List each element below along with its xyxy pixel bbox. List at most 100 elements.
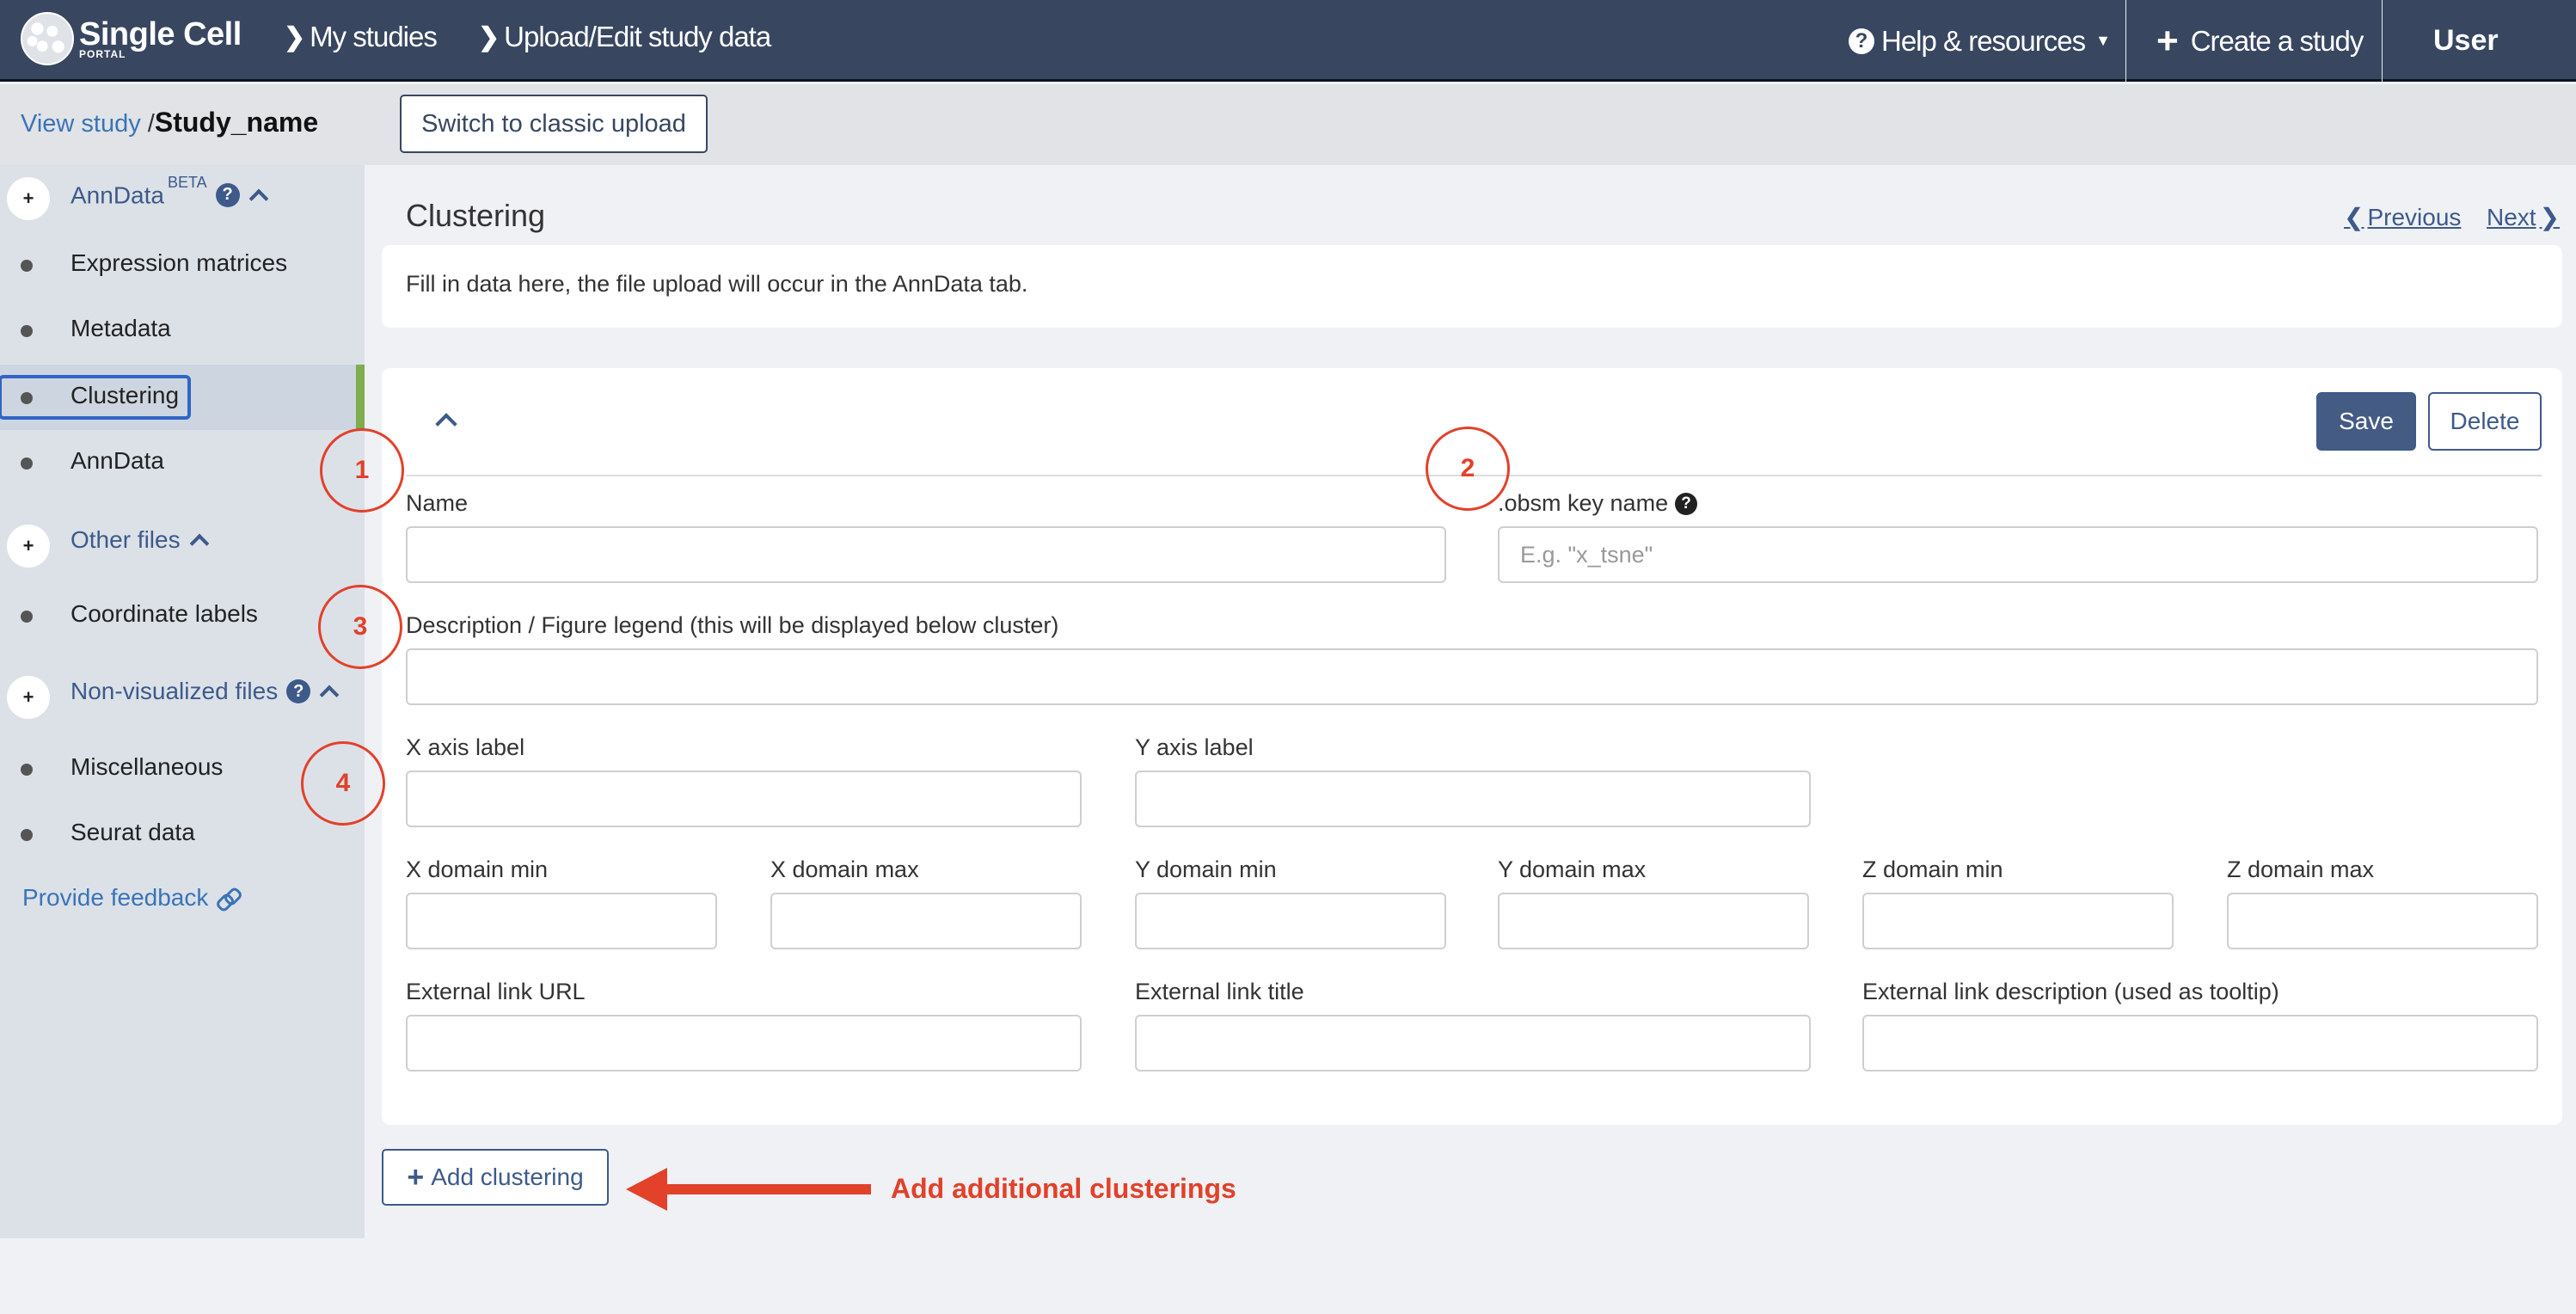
annotation-marker-4: 4: [301, 741, 385, 826]
external-link-title-label: External link title: [1135, 979, 1304, 1004]
section-anndata-label: AnnData: [71, 181, 164, 209]
help-resources-dropdown[interactable]: ? Help & resources ▼: [1849, 0, 2111, 82]
bullet-icon: [21, 260, 33, 272]
description-input[interactable]: [406, 648, 2538, 705]
external-link-url-input[interactable]: [406, 1015, 1082, 1071]
chevron-up-icon[interactable]: [319, 685, 340, 705]
section-non-visualized-files[interactable]: Non-visualized files ?: [71, 678, 340, 705]
name-label: Name: [406, 490, 469, 516]
save-button[interactable]: Save: [2316, 392, 2416, 451]
info-card: Fill in data here, the file upload will …: [382, 245, 2562, 328]
y-domain-min-label: Y domain min: [1135, 857, 1277, 882]
sidebar-item-seurat-data[interactable]: Seurat data: [0, 801, 365, 867]
beta-badge: BETA: [167, 174, 207, 191]
collapse-chevron-icon[interactable]: [435, 413, 457, 435]
provide-feedback-link[interactable]: Provide feedback: [22, 884, 239, 912]
obsm-key-label-text: .obsm key name: [1498, 490, 1669, 516]
chevron-right-icon: ❯: [478, 22, 500, 52]
plus-icon: +: [2156, 19, 2179, 62]
x-domain-min-input[interactable]: [406, 893, 717, 949]
switch-classic-upload-button[interactable]: Switch to classic upload: [400, 95, 708, 153]
logo-title: Single Cell: [79, 16, 242, 52]
chevron-left-icon: ❮: [2344, 204, 2364, 230]
external-link-description-input[interactable]: [1862, 1015, 2538, 1071]
sidebar-item-label: Miscellaneous: [71, 753, 224, 780]
sidebar-item-clustering[interactable]: Clustering: [0, 365, 365, 430]
create-study-link[interactable]: + Create a study: [2156, 0, 2364, 82]
nav-divider: [2382, 0, 2383, 82]
obsm-key-label: .obsm key name ?: [1498, 490, 1698, 517]
y-axis-label-label: Y axis label: [1135, 734, 1254, 760]
add-other-files-button[interactable]: +: [7, 525, 50, 568]
y-axis-label-input[interactable]: [1135, 771, 1811, 827]
sidebar-item-expression-matrices[interactable]: Expression matrices: [0, 232, 365, 298]
help-icon: ?: [1849, 28, 1874, 54]
section-non-visualized-label: Non-visualized files: [71, 678, 279, 704]
caret-down-icon: ▼: [2095, 32, 2111, 49]
help-resources-label: Help & resources: [1881, 24, 2086, 57]
nav-divider: [2125, 0, 2126, 82]
create-study-label: Create a study: [2190, 24, 2364, 57]
help-icon[interactable]: ?: [1675, 492, 1698, 515]
nav-my-studies[interactable]: ❯ My studies: [284, 21, 438, 53]
annotation-marker-3: 3: [318, 585, 402, 669]
site-logo[interactable]: Single Cell PORTAL: [21, 12, 242, 65]
bullet-icon: [21, 457, 33, 470]
breadcrumb: View study /Study_name: [21, 107, 318, 138]
y-domain-max-input[interactable]: [1498, 893, 1809, 949]
name-input[interactable]: [406, 526, 1446, 583]
chevron-up-icon[interactable]: [189, 533, 209, 554]
add-clustering-button[interactable]: + Add clustering: [382, 1149, 609, 1206]
help-icon[interactable]: ?: [286, 679, 311, 703]
bullet-icon: [21, 829, 33, 841]
delete-button[interactable]: Delete: [2428, 392, 2542, 451]
z-domain-max-input[interactable]: [2227, 893, 2538, 949]
top-navbar: Single Cell PORTAL ❯ My studies ❯ Upload…: [0, 0, 2576, 82]
section-anndata[interactable]: AnnData BETA ?: [71, 174, 268, 209]
bullet-icon: [21, 325, 33, 337]
sidebar-item-label: Clustering: [71, 382, 180, 408]
chevron-right-icon: ❯: [2539, 204, 2561, 230]
chevron-up-icon[interactable]: [248, 188, 268, 208]
add-anndata-button[interactable]: +: [7, 177, 50, 220]
help-icon[interactable]: ?: [215, 182, 240, 207]
sidebar-item-anndata[interactable]: AnnData: [0, 430, 365, 495]
x-domain-min-label: X domain min: [406, 857, 549, 882]
add-non-visualized-button[interactable]: +: [7, 676, 50, 719]
next-link[interactable]: Next ❯: [2487, 203, 2560, 231]
nav-upload-edit-label: Upload/Edit study data: [504, 21, 771, 52]
sidebar-item-coordinate-labels[interactable]: Coordinate labels: [0, 583, 365, 648]
view-study-link[interactable]: View study: [21, 110, 141, 138]
sidebar-item-label: Coordinate labels: [71, 600, 258, 627]
sidebar-item-label: Metadata: [71, 315, 171, 341]
x-domain-max-input[interactable]: [770, 893, 1082, 949]
logo-globe-icon: [21, 12, 74, 65]
x-axis-label-input[interactable]: [406, 771, 1082, 827]
sidebar-item-label: AnnData: [71, 447, 164, 474]
z-domain-min-label: Z domain min: [1862, 857, 2003, 882]
z-domain-max-label: Z domain max: [2227, 857, 2375, 882]
nav-upload-edit[interactable]: ❯ Upload/Edit study data: [478, 21, 771, 53]
external-link-description-label: External link description (used as toolt…: [1862, 979, 2279, 1004]
next-label: Next: [2487, 203, 2536, 230]
previous-label: Previous: [2367, 203, 2462, 230]
chevron-right-icon: ❯: [284, 22, 305, 52]
sidebar: + AnnData BETA ? Expression matrices Meta…: [0, 165, 365, 1238]
sidebar-item-metadata[interactable]: Metadata: [0, 298, 365, 363]
section-other-files-label: Other files: [71, 526, 181, 553]
annotation-marker-2: 2: [1426, 427, 1510, 511]
annotation-arrow-icon: [626, 1168, 871, 1211]
external-link-title-input[interactable]: [1135, 1015, 1811, 1071]
page-title: Clustering: [406, 198, 546, 233]
obsm-key-input[interactable]: [1498, 526, 2538, 583]
y-domain-max-label: Y domain max: [1498, 857, 1647, 882]
bullet-icon: [21, 392, 33, 404]
previous-link[interactable]: ❮ Previous: [2344, 203, 2461, 231]
user-menu[interactable]: User: [2433, 0, 2499, 82]
y-domain-min-input[interactable]: [1135, 893, 1446, 949]
study-subheader: View study /Study_name Switch to classic…: [0, 84, 2576, 165]
sidebar-item-label: Seurat data: [71, 819, 195, 845]
section-other-files[interactable]: Other files: [71, 526, 209, 554]
z-domain-min-input[interactable]: [1862, 893, 2174, 949]
link-icon: [217, 887, 239, 909]
